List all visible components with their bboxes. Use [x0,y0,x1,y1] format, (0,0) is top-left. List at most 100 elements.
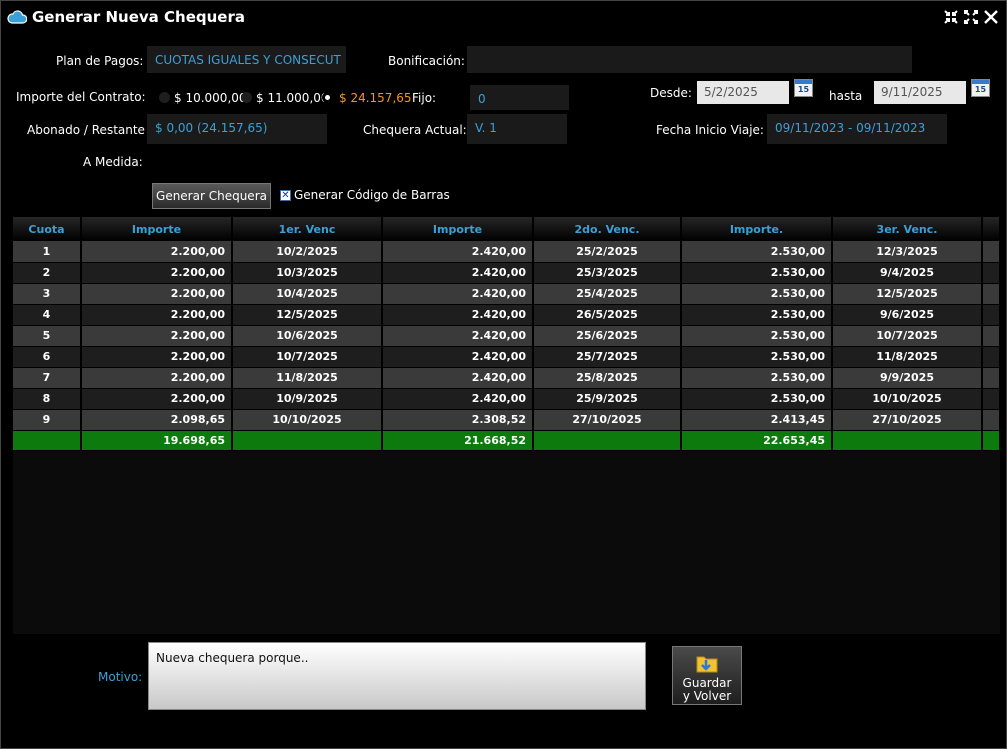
compress-icon[interactable] [944,10,958,29]
cell-venc-2: 25/7/2025 [533,346,682,368]
cell-importe-1: 2.200,00 [81,367,233,389]
cell-filler [982,325,1001,347]
generar-chequera-button[interactable]: Generar Chequera [152,183,271,209]
cell-filler [982,262,1001,284]
cell-importe-1: 2.200,00 [81,241,233,263]
motivo-label: Motivo: [98,670,143,684]
cell-importe-1: 2.200,00 [81,325,233,347]
desde-calendar-icon[interactable]: 15 [794,79,813,97]
importe-option-3: $ 24.157,65 [339,91,412,105]
cell-importe-3: 2.530,00 [681,241,833,263]
importe-label: Importe del Contrato: [16,90,146,104]
cell-importe-3: 2.530,00 [681,388,833,410]
cloud-icon [7,10,28,27]
table-row[interactable]: 9 2.098,65 10/10/2025 2.308,52 27/10/2025 2.4… [13,409,1001,431]
window-title: Generar Nueva Chequera [32,8,245,26]
desde-date-field[interactable]: 5/2/2025 [697,81,789,104]
importe-radio-3[interactable] [322,92,333,103]
cell-venc-1: 10/6/2025 [232,325,383,347]
table-row[interactable]: 4 2.200,00 12/5/2025 2.420,00 26/5/2025 2.530… [13,304,1001,326]
total-importe-3: 22.653,45 [681,430,833,451]
cell-importe-3: 2.530,00 [681,262,833,284]
abonado-label: Abonado / Restante [27,123,145,137]
table-row[interactable]: 7 2.200,00 11/8/2025 2.420,00 25/8/2025 2.530… [13,367,1001,389]
desde-label: Desde: [650,86,692,100]
dialog-window: Generar Nueva Chequera Plan de Pagos: CU… [0,0,1007,749]
cell-importe-3: 2.530,00 [681,346,833,368]
cell-venc-3: 10/7/2025 [832,325,983,347]
cell-filler [982,367,1001,389]
viaje-label: Fecha Inicio Viaje: [656,123,764,137]
cell-importe-1: 2.200,00 [81,346,233,368]
cuotas-table: Cuota Importe 1er. Venc Importe 2do. Ven… [13,217,1001,451]
cell-venc-2: 25/8/2025 [533,367,682,389]
cell-importe-1: 2.200,00 [81,283,233,305]
header-importe-1[interactable]: Importe [81,217,233,241]
importe-radio-2[interactable] [241,92,252,103]
table-row[interactable]: 5 2.200,00 10/6/2025 2.420,00 25/6/2025 2.530… [13,325,1001,347]
cell-venc-3: 10/10/2025 [832,388,983,410]
header-cuota[interactable]: Cuota [13,217,82,241]
cell-importe-2: 2.308,52 [382,409,534,431]
table-header-row: Cuota Importe 1er. Venc Importe 2do. Ven… [13,217,1001,241]
bonificacion-field[interactable] [467,46,912,73]
cell-importe-1: 2.200,00 [81,388,233,410]
volver-label: y Volver [682,689,732,703]
cell-venc-2: 25/3/2025 [533,262,682,284]
motivo-textarea[interactable]: Nueva chequera porque.. [148,642,646,710]
hasta-calendar-icon[interactable]: 15 [971,79,990,97]
header-importe-2[interactable]: Importe [382,217,534,241]
importe-option-1: $ 10.000,00 [174,91,247,105]
cell-venc-1: 10/2/2025 [232,241,383,263]
table-row[interactable]: 1 2.200,00 10/2/2025 2.420,00 25/2/2025 2.530… [13,241,1001,263]
header-venc-3[interactable]: 3er. Venc. [832,217,983,241]
total-venc-2 [533,430,682,451]
cell-venc-1: 12/5/2025 [232,304,383,326]
cell-venc-2: 26/5/2025 [533,304,682,326]
table-row[interactable]: 6 2.200,00 10/7/2025 2.420,00 25/7/2025 2.530… [13,346,1001,368]
cell-venc-1: 11/8/2025 [232,367,383,389]
fijo-field[interactable]: 0 [470,85,569,110]
cell-filler [982,409,1001,431]
table-row[interactable]: 3 2.200,00 10/4/2025 2.420,00 25/4/2025 2.530… [13,283,1001,305]
cell-venc-1: 10/10/2025 [232,409,383,431]
medida-label: A Medida: [83,155,143,169]
total-importe-1: 19.698,65 [81,430,233,451]
expand-icon[interactable] [964,10,978,29]
cell-venc-3: 11/8/2025 [832,346,983,368]
folder-save-icon [696,653,720,673]
hasta-date-field[interactable]: 9/11/2025 [874,81,966,104]
viaje-field: 09/11/2023 - 09/11/2023 [767,114,947,144]
cell-venc-1: 10/9/2025 [232,388,383,410]
importe-radio-1[interactable] [159,92,170,103]
cell-venc-1: 10/4/2025 [232,283,383,305]
close-icon[interactable] [984,10,998,29]
plan-label: Plan de Pagos: [56,54,144,68]
cell-importe-2: 2.420,00 [382,346,534,368]
codigo-barras-label: Generar Código de Barras [294,188,450,202]
cell-importe-2: 2.420,00 [382,325,534,347]
header-venc-2[interactable]: 2do. Venc. [533,217,682,241]
cell-filler [982,283,1001,305]
cell-importe-2: 2.420,00 [382,283,534,305]
plan-field[interactable]: CUOTAS IGUALES Y CONSECUT [147,46,346,73]
cell-importe-2: 2.420,00 [382,304,534,326]
table-row[interactable]: 2 2.200,00 10/3/2025 2.420,00 25/3/2025 2.530… [13,262,1001,284]
cell-venc-1: 10/7/2025 [232,346,383,368]
cell-cuota: 9 [13,409,82,431]
codigo-barras-checkbox[interactable]: ✕ [280,190,291,201]
cell-importe-3: 2.530,00 [681,283,833,305]
cell-venc-3: 12/5/2025 [832,283,983,305]
total-filler [982,430,1001,451]
header-importe-3[interactable]: Importe. [681,217,833,241]
table-row[interactable]: 8 2.200,00 10/9/2025 2.420,00 25/9/2025 2.530… [13,388,1001,410]
guardar-volver-button[interactable]: Guardar y Volver [672,646,742,705]
cell-filler [982,304,1001,326]
header-venc-1[interactable]: 1er. Venc [232,217,383,241]
total-venc-3 [832,430,983,451]
cell-venc-3: 27/10/2025 [832,409,983,431]
cell-importe-2: 2.420,00 [382,241,534,263]
total-importe-2: 21.668,52 [382,430,534,451]
importe-option-2: $ 11.000,00 [256,91,329,105]
cell-cuota: 6 [13,346,82,368]
